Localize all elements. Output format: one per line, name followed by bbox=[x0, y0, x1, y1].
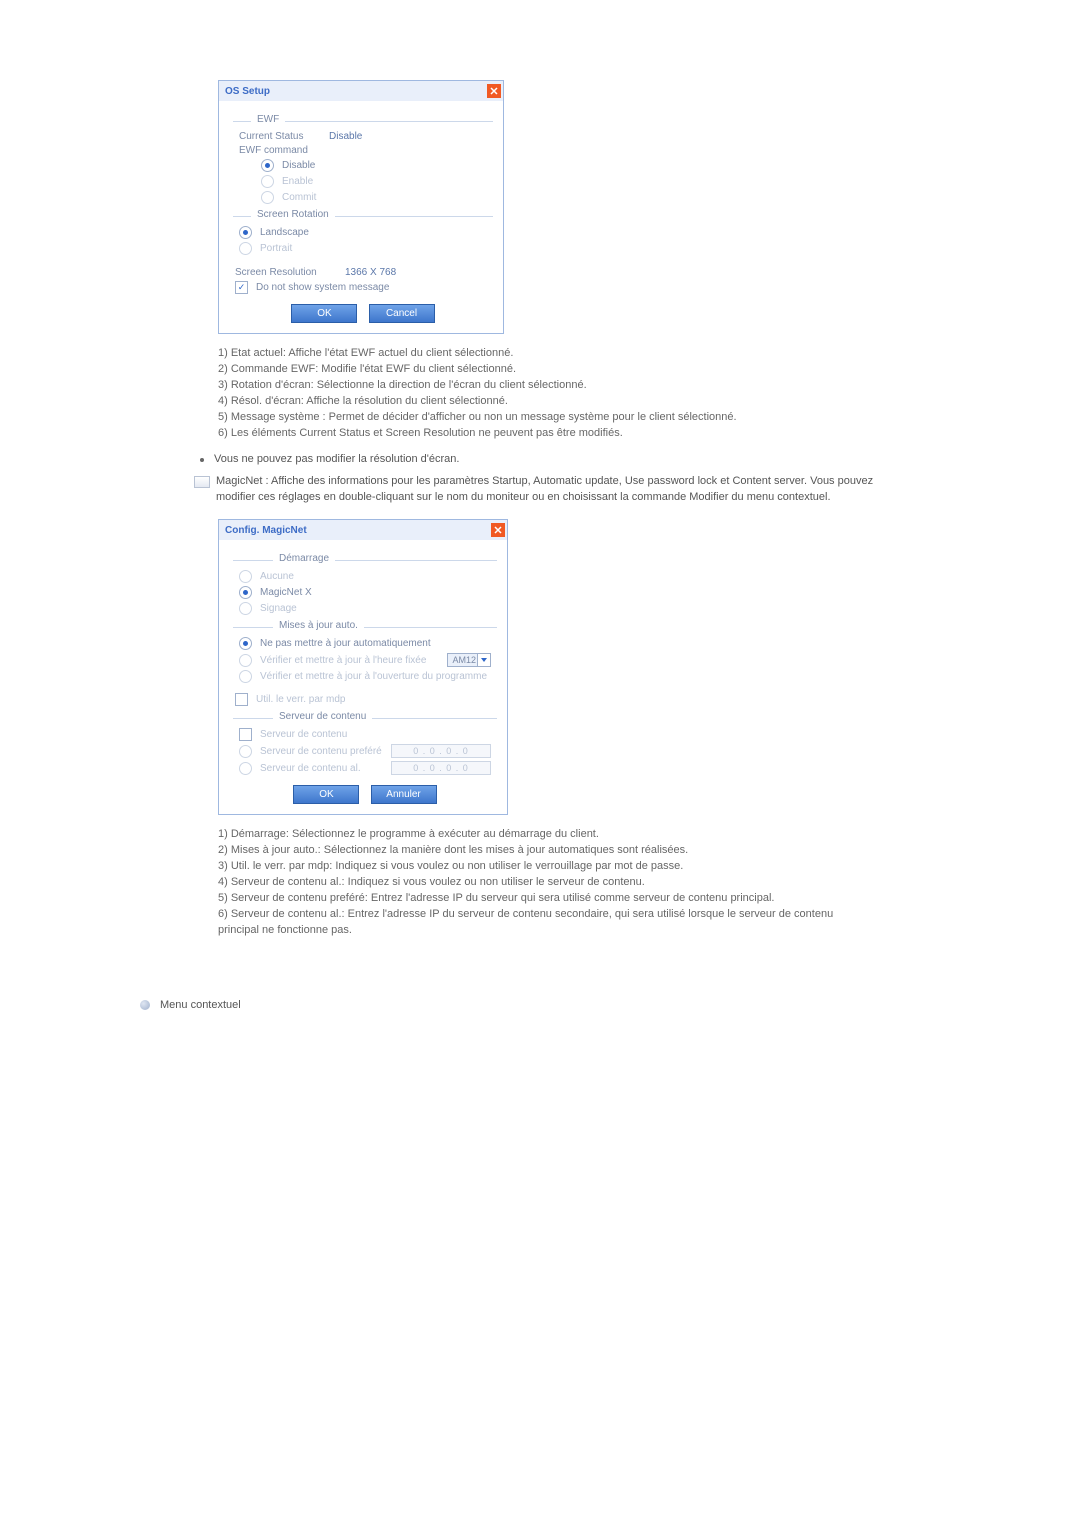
radio-alt-server-label: Serveur de contenu al. bbox=[260, 763, 361, 774]
cancel-button[interactable]: Annuler bbox=[371, 785, 437, 804]
ewf-command-label: EWF command bbox=[239, 145, 308, 156]
time-value: AM12 bbox=[452, 655, 476, 665]
radio-disable[interactable] bbox=[261, 159, 274, 172]
cancel-button[interactable]: Cancel bbox=[369, 304, 435, 323]
ip-preferred[interactable]: 0 . 0 . 0 . 0 bbox=[391, 744, 491, 758]
radio-commit[interactable] bbox=[261, 191, 274, 204]
bullet-icon bbox=[140, 1000, 150, 1010]
current-status-value: Disable bbox=[329, 131, 362, 142]
close-icon[interactable] bbox=[487, 84, 501, 98]
checkbox-nosysmsg-label: Do not show system message bbox=[256, 282, 389, 293]
radio-aucune[interactable] bbox=[239, 570, 252, 583]
desc-line: 3) Rotation d'écran: Sélectionne la dire… bbox=[218, 378, 858, 394]
radio-landscape[interactable] bbox=[239, 226, 252, 239]
radio-noauto-label: Ne pas mettre à jour automatiquement bbox=[260, 638, 431, 649]
radio-enable-label: Enable bbox=[282, 176, 313, 187]
radio-signage[interactable] bbox=[239, 602, 252, 615]
radio-noauto[interactable] bbox=[239, 637, 252, 650]
checkbox-contentserver-label: Serveur de contenu bbox=[260, 729, 347, 740]
radio-magicnetx-label: MagicNet X bbox=[260, 587, 312, 598]
radio-portrait[interactable] bbox=[239, 242, 252, 255]
checkbox-nosysmsg[interactable] bbox=[235, 281, 248, 294]
desc-line: 5) Serveur de contenu preféré: Entrez l'… bbox=[218, 891, 858, 907]
contentserver-group: Serveur de contenu Serveur de contenu Se… bbox=[233, 718, 497, 775]
chevron-down-icon bbox=[477, 654, 490, 666]
screen-rotation-group: Screen Rotation Landscape Portrait bbox=[233, 216, 493, 255]
checkbox-pwdlock[interactable] bbox=[235, 693, 248, 706]
radio-disable-label: Disable bbox=[282, 160, 315, 171]
os-setup-description: 1) Etat actuel: Affiche l'état EWF actue… bbox=[218, 346, 858, 442]
startup-group: Démarrage Aucune MagicNet X Signage bbox=[233, 560, 497, 615]
resolution-value: 1366 X 768 bbox=[345, 267, 396, 278]
autoupdate-group: Mises à jour auto. Ne pas mettre à jour … bbox=[233, 627, 497, 683]
ewf-group: EWF Current Status Disable EWF command D… bbox=[233, 121, 493, 204]
magicnet-intro-text: MagicNet : Affiche des informations pour… bbox=[216, 475, 873, 503]
radio-fixedtime[interactable] bbox=[239, 654, 252, 667]
os-setup-dialog: OS Setup EWF Current Status Disable EWF … bbox=[218, 80, 504, 334]
radio-magicnetx[interactable] bbox=[239, 586, 252, 599]
desc-line: 4) Résol. d'écran: Affiche la résolution… bbox=[218, 394, 858, 410]
desc-line: 3) Util. le verr. par mdp: Indiquez si v… bbox=[218, 859, 858, 875]
autoupdate-legend: Mises à jour auto. bbox=[273, 620, 364, 631]
ip-alternate[interactable]: 0 . 0 . 0 . 0 bbox=[391, 761, 491, 775]
desc-line: 1) Démarrage: Sélectionnez le programme … bbox=[218, 827, 858, 843]
bar-icon bbox=[194, 476, 210, 488]
radio-pref-server[interactable] bbox=[239, 745, 252, 758]
radio-landscape-label: Landscape bbox=[260, 227, 309, 238]
startup-legend: Démarrage bbox=[273, 553, 335, 564]
time-select[interactable]: AM12 bbox=[447, 653, 491, 667]
desc-line: 2) Commande EWF: Modifie l'état EWF du c… bbox=[218, 362, 858, 378]
radio-fixedtime-label: Vérifier et mettre à jour à l'heure fixé… bbox=[260, 655, 426, 666]
note-bullet: Vous ne pouvez pas modifier la résolutio… bbox=[200, 452, 874, 468]
desc-line: 2) Mises à jour auto.: Sélectionnez la m… bbox=[218, 843, 858, 859]
desc-line: 5) Message système : Permet de décider d… bbox=[218, 410, 858, 426]
dialog-titlebar: Config. MagicNet bbox=[219, 520, 507, 540]
radio-aucune-label: Aucune bbox=[260, 571, 294, 582]
current-status-label: Current Status bbox=[239, 131, 329, 142]
magicnet-description: 1) Démarrage: Sélectionnez le programme … bbox=[218, 827, 858, 939]
radio-onopen-label: Vérifier et mettre à jour à l'ouverture … bbox=[260, 671, 487, 682]
section-title: Menu contextuel bbox=[160, 999, 241, 1011]
radio-pref-server-label: Serveur de contenu preféré bbox=[260, 746, 382, 757]
close-icon[interactable] bbox=[491, 523, 505, 537]
ok-button[interactable]: OK bbox=[293, 785, 359, 804]
config-magicnet-dialog: Config. MagicNet Démarrage Aucune MagicN… bbox=[218, 519, 508, 815]
ewf-legend: EWF bbox=[251, 114, 285, 125]
checkbox-pwdlock-label: Util. le verr. par mdp bbox=[256, 694, 345, 705]
radio-portrait-label: Portrait bbox=[260, 243, 292, 254]
checkbox-contentserver[interactable] bbox=[239, 728, 252, 741]
dialog-titlebar: OS Setup bbox=[219, 81, 503, 101]
desc-line: 4) Serveur de contenu al.: Indiquez si v… bbox=[218, 875, 858, 891]
desc-line: 6) Les éléments Current Status et Screen… bbox=[218, 426, 858, 442]
radio-onopen[interactable] bbox=[239, 670, 252, 683]
section-heading: Menu contextuel bbox=[140, 999, 940, 1011]
dialog-title: Config. MagicNet bbox=[225, 525, 307, 536]
dialog-title: OS Setup bbox=[225, 86, 270, 97]
resolution-label: Screen Resolution bbox=[235, 267, 345, 278]
radio-alt-server[interactable] bbox=[239, 762, 252, 775]
radio-commit-label: Commit bbox=[282, 192, 316, 203]
ok-button[interactable]: OK bbox=[291, 304, 357, 323]
radio-enable[interactable] bbox=[261, 175, 274, 188]
desc-line: 6) Serveur de contenu al.: Entrez l'adre… bbox=[218, 907, 858, 939]
rotation-legend: Screen Rotation bbox=[251, 209, 335, 220]
contentserver-legend: Serveur de contenu bbox=[273, 711, 372, 722]
desc-line: 1) Etat actuel: Affiche l'état EWF actue… bbox=[218, 346, 858, 362]
magicnet-intro: MagicNet : Affiche des informations pour… bbox=[188, 474, 896, 506]
radio-signage-label: Signage bbox=[260, 603, 297, 614]
